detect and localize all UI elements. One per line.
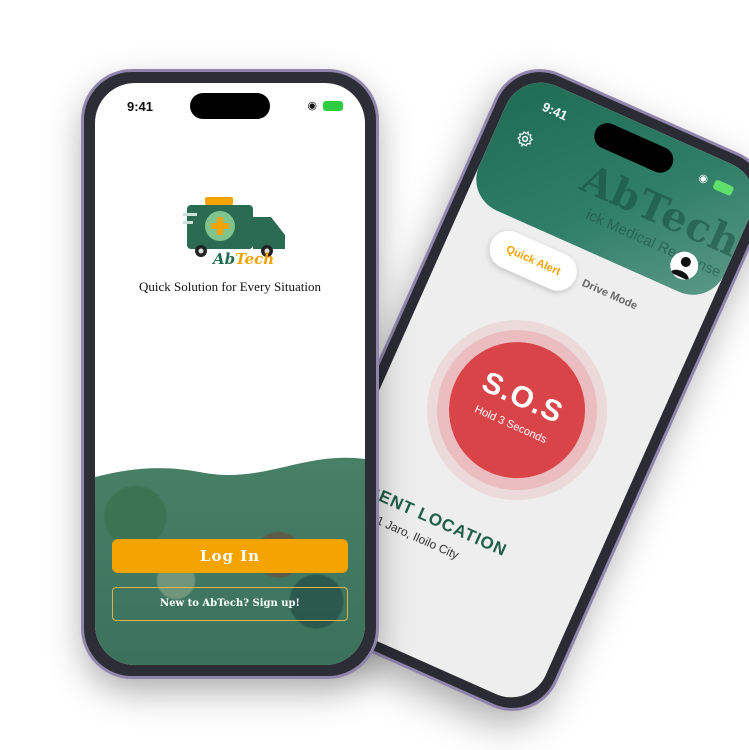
wave-divider (95, 453, 365, 477)
gear-icon[interactable] (513, 127, 537, 151)
signup-button[interactable]: New to AbTech? Sign up! (112, 587, 348, 621)
logo-text-ab: Ab (213, 250, 236, 268)
logo-wordmark: AbTech (213, 250, 274, 268)
front-phone-screen: 9:41 ◉ AbTech Quick Solution for Every S… (95, 83, 365, 665)
front-phone: 9:41 ◉ AbTech Quick Solution for Every S… (84, 72, 376, 676)
status-time: 9:41 (539, 99, 570, 124)
sos-button-wrapper: S.O.S Hold 3 Seconds (398, 291, 636, 529)
login-button[interactable]: Log In (112, 539, 348, 573)
battery-icon (712, 179, 735, 197)
dynamic-island (190, 93, 270, 119)
wifi-icon: ◉ (307, 100, 317, 112)
status-icons: ◉ (307, 99, 343, 112)
status-time: 9:41 (127, 99, 154, 114)
wifi-icon: ◉ (696, 171, 711, 187)
logo-text-tech: Tech (235, 250, 275, 268)
tagline: Quick Solution for Every Situation (139, 279, 321, 294)
status-icons: ◉ (697, 171, 736, 198)
drive-mode-tab[interactable]: Drive Mode (575, 265, 645, 324)
hero-photo-section: Log In New to AbTech? Sign up! (95, 453, 365, 665)
battery-icon (323, 101, 343, 112)
